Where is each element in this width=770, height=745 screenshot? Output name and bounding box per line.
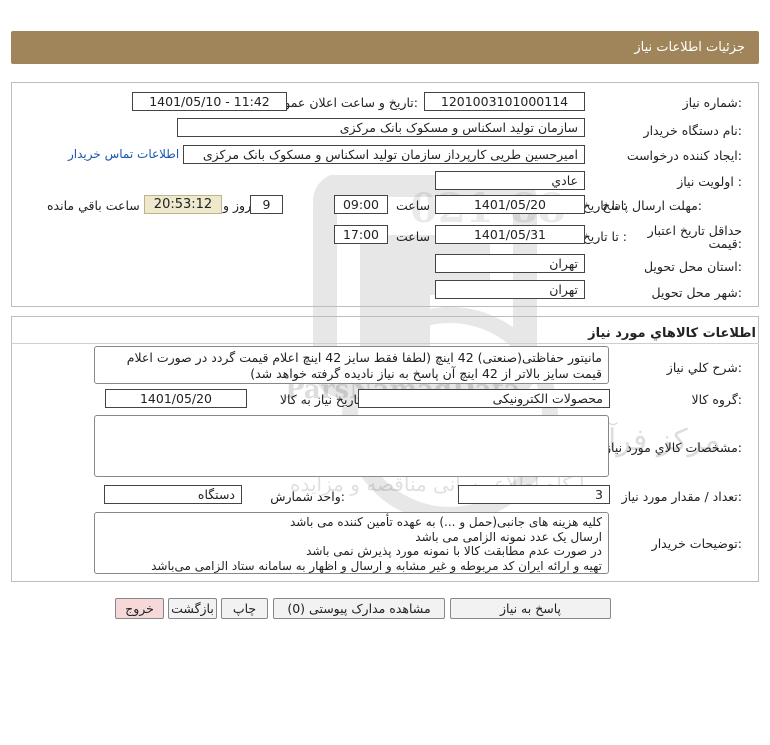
need-number-label: شماره نیاز: xyxy=(682,95,742,110)
province-label: استان محل تحویل: xyxy=(643,259,742,274)
specs-field xyxy=(94,415,609,477)
days-field: 9 xyxy=(250,195,283,214)
page-header: جزئیات اطلاعات نیاز xyxy=(11,31,759,64)
notes-field: کلیه هزینه های جانبی(حمل و ...) به عهده … xyxy=(94,512,609,574)
notes-line: کلیه هزینه های جانبی(حمل و ...) به عهده … xyxy=(289,515,602,529)
creator-label: ایجاد کننده درخواست: xyxy=(626,148,742,163)
announce-field: 1401/05/10 - 11:42 xyxy=(132,92,287,111)
goods-section-divider xyxy=(11,343,759,344)
deadline-time-label: ساعت xyxy=(395,198,430,213)
validity-to-date-label: تا تاریخ : xyxy=(582,229,627,244)
buyer-contact-link[interactable]: اطلاعات تماس خریدار xyxy=(68,147,179,161)
city-label: شهر محل تحویل: xyxy=(651,285,742,300)
buyer-org-field: سازمان تولید اسکناس و مسکوک بانک مرکزی xyxy=(177,118,585,137)
city-field: تهران xyxy=(435,280,585,299)
need-date-label: تاریخ نیاز به کالا: xyxy=(279,392,365,407)
notes-line: تهیه و ارائه ایران کد مربوطه و غیر مشابه… xyxy=(151,558,602,573)
validity-time-label: ساعت xyxy=(395,229,430,244)
province-field: تهران xyxy=(435,254,585,273)
print-button[interactable]: چاپ xyxy=(221,598,268,619)
remaining-time: 20:53:12 xyxy=(144,195,222,214)
notes-line: در صورت عدم مطابقت کالا با نمونه مورد پذ… xyxy=(306,544,602,558)
group-field: محصولات الکترونیکی xyxy=(358,389,610,408)
validity-label-2: قیمت: xyxy=(708,236,742,251)
days-label: روز و xyxy=(223,198,252,213)
remaining-label: ساعت باقي مانده xyxy=(47,198,140,213)
qty-field: 3 xyxy=(458,485,610,504)
deadline-date-field: 1401/05/20 xyxy=(435,195,585,214)
goods-section-title: اطلاعات کالاهاي مورد نياز xyxy=(588,326,756,341)
description-label: شرح کلي نياز: xyxy=(666,360,742,375)
unit-label: واحد شمارش: xyxy=(270,489,345,504)
need-number-field: 1201003101000114 xyxy=(424,92,585,111)
deadline-time-field: 09:00 xyxy=(334,195,388,214)
buyer-org-label: نام دستگاه خریدار: xyxy=(643,123,742,138)
priority-field: عادي xyxy=(435,171,585,190)
deadline-to-date-label: تا تاریخ : xyxy=(582,198,627,213)
unit-field: دستگاه xyxy=(104,485,242,504)
back-button[interactable]: بازگشت xyxy=(168,598,217,619)
qty-label: تعداد / مقدار مورد نیاز: xyxy=(621,489,742,504)
exit-button[interactable]: خروج xyxy=(115,598,164,619)
need-date-field: 1401/05/20 xyxy=(105,389,247,408)
page-title: جزئیات اطلاعات نیاز xyxy=(634,40,745,55)
attachments-button[interactable]: مشاهده مدارک پیوستی (0) xyxy=(273,598,445,619)
announce-label: تاریخ و ساعت اعلان عمومی: xyxy=(267,95,418,110)
creator-field: امیرحسین طریی کارپرداز سازمان تولید اسکن… xyxy=(183,145,585,164)
validity-time-field: 17:00 xyxy=(334,225,388,244)
group-label: گروه کالا: xyxy=(691,392,742,407)
validity-date-field: 1401/05/31 xyxy=(435,225,585,244)
specs-label: مشخصات کالاي مورد نياز: xyxy=(605,440,742,455)
notes-label: توضیحات خریدار: xyxy=(651,536,742,551)
notes-line: ارسال یک عدد نمونه الزامی می باشد xyxy=(415,529,602,544)
priority-label: اولویت نیاز : xyxy=(677,174,742,189)
reply-button[interactable]: پاسخ به نیاز xyxy=(450,598,611,619)
description-field: مانیتور حفاظتی(صنعتی) 42 اینچ (لطفا فقط … xyxy=(94,346,609,384)
